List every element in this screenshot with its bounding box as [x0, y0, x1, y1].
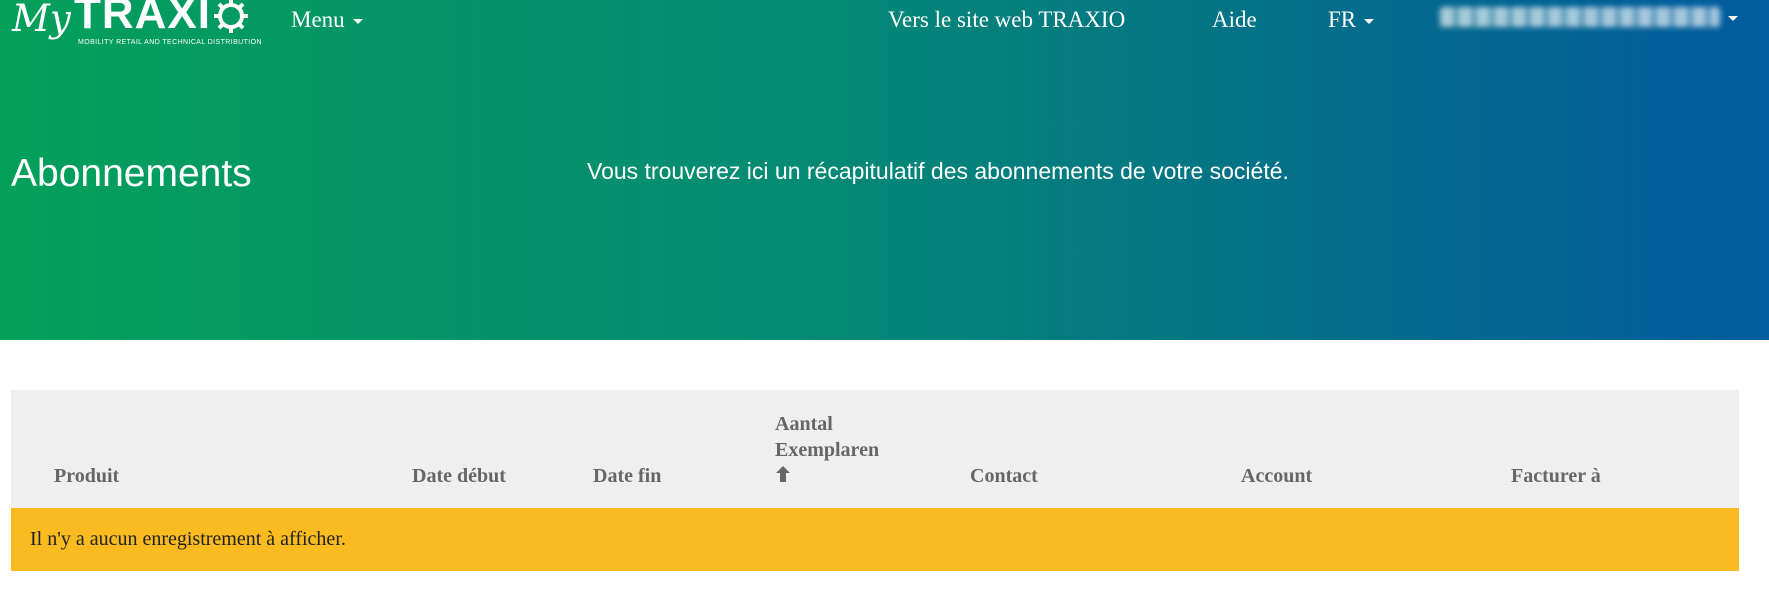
logo-tagline: MOBILITY RETAIL AND TECHNICAL DISTRIBUTI… [78, 39, 262, 46]
logo-wordmark: TRAXI [74, 0, 211, 38]
empty-state-row: Il n'y a aucun enregistrement à afficher… [11, 508, 1739, 571]
caret-down-icon [1364, 19, 1375, 24]
subscriptions-table: Produit Date début Date fin Aantal Exemp… [11, 390, 1739, 571]
website-link-label: Vers le site web TRAXIO [888, 7, 1126, 32]
page-subtitle: Vous trouverez ici un récapitulatif des … [587, 158, 1289, 184]
traxio-website-link[interactable]: Vers le site web TRAXIO [888, 7, 1125, 33]
column-header-date-debut[interactable]: Date début [412, 465, 506, 488]
help-link[interactable]: Aide [1212, 7, 1257, 33]
page-title: Abonnements [11, 152, 252, 195]
logo-my-text: My [12, 0, 71, 40]
help-link-label: Aide [1212, 7, 1257, 32]
language-dropdown[interactable]: FR [1328, 7, 1375, 33]
column-header-facturer-a[interactable]: Facturer à [1511, 465, 1601, 488]
arrow-up-icon [776, 466, 790, 482]
gear-icon [214, 0, 248, 33]
account-dropdown[interactable] [1440, 7, 1738, 27]
column-header-date-fin[interactable]: Date fin [593, 465, 661, 488]
column-header-produit[interactable]: Produit [54, 465, 119, 488]
caret-down-icon [352, 19, 363, 24]
language-label: FR [1328, 7, 1357, 32]
menu-dropdown[interactable]: Menu [291, 7, 363, 33]
table-header-row: Produit Date début Date fin Aantal Exemp… [11, 390, 1739, 508]
empty-state-message: Il n'y a aucun enregistrement à afficher… [30, 528, 346, 550]
menu-label: Menu [291, 7, 345, 32]
page-header-banner: My TRAXI MOBILITY RETAIL AND TECHNICAL D… [0, 0, 1769, 340]
traxio-logo[interactable]: My TRAXI MOBILITY RETAIL AND TECHNICAL D… [12, 0, 262, 52]
column-header-account[interactable]: Account [1241, 465, 1312, 488]
account-name-redacted [1440, 7, 1720, 27]
caret-down-icon [1728, 16, 1738, 21]
column-header-aantal-label: Aantal Exemplaren [775, 413, 880, 461]
column-header-contact[interactable]: Contact [970, 465, 1038, 488]
column-header-aantal-exemplaren[interactable]: Aantal Exemplaren [775, 411, 915, 483]
